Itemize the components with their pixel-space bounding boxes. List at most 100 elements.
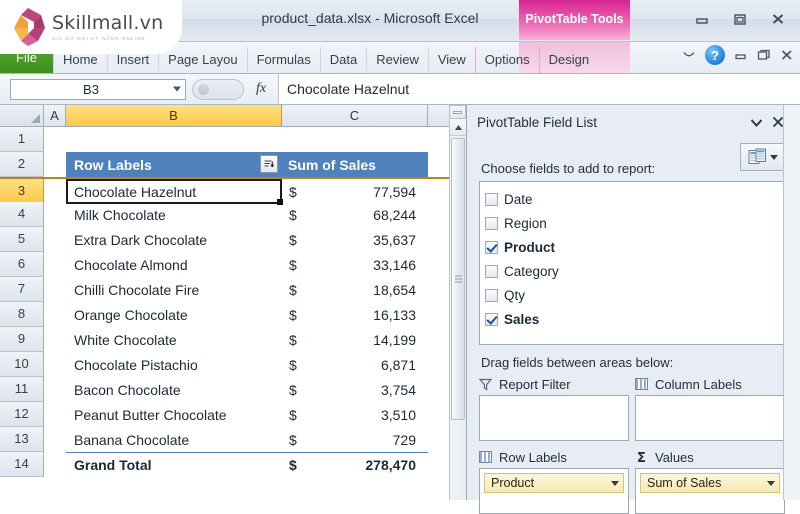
tab-review[interactable]: Review bbox=[366, 47, 428, 73]
field-item-qty[interactable]: Qty bbox=[485, 283, 786, 307]
zone-values-body[interactable]: Sum of Sales bbox=[635, 468, 785, 514]
insert-function-icon[interactable]: fx bbox=[244, 81, 278, 97]
row-header-5[interactable]: 5 bbox=[0, 227, 44, 252]
sort-filter-icon[interactable] bbox=[260, 155, 278, 173]
tab-design[interactable]: Design bbox=[538, 47, 598, 73]
cell-a7[interactable] bbox=[44, 277, 66, 302]
field-list-vertical-scrollbar[interactable] bbox=[783, 105, 800, 500]
column-header-a[interactable]: A bbox=[44, 105, 66, 126]
cell-b13[interactable]: Banana Chocolate bbox=[66, 427, 282, 452]
cell-a11[interactable] bbox=[44, 377, 66, 402]
row-header-2[interactable]: 2 bbox=[0, 152, 44, 177]
cell-a12[interactable] bbox=[44, 402, 66, 427]
row-header-11[interactable]: 11 bbox=[0, 377, 44, 402]
cell-c10[interactable]: $ 6,871 bbox=[282, 352, 428, 377]
cancel-entry-icon[interactable] bbox=[198, 83, 209, 95]
cell-b11[interactable]: Bacon Chocolate bbox=[66, 377, 282, 402]
cell-b1[interactable] bbox=[66, 127, 282, 152]
grand-total-value-cell[interactable]: $ 278,470 bbox=[282, 452, 428, 477]
column-header-b[interactable]: B bbox=[66, 105, 282, 126]
tab-formulas[interactable]: Formulas bbox=[246, 47, 320, 73]
checkbox-qty[interactable] bbox=[485, 288, 498, 302]
cell-b10[interactable]: Chocolate Pistachio bbox=[66, 352, 282, 377]
cell-b6[interactable]: Chocolate Almond bbox=[66, 252, 282, 277]
chevron-down-icon[interactable] bbox=[767, 480, 775, 486]
minimize-icon[interactable] bbox=[688, 8, 716, 30]
tab-view[interactable]: View bbox=[427, 47, 475, 73]
active-cell-b3[interactable]: Chocolate Hazelnut bbox=[66, 179, 283, 205]
row-header-3[interactable]: 3 bbox=[0, 179, 44, 204]
row-header-7[interactable]: 7 bbox=[0, 277, 44, 302]
checkbox-category[interactable] bbox=[485, 264, 498, 278]
tab-options[interactable]: Options bbox=[474, 47, 539, 73]
row-header-8[interactable]: 8 bbox=[0, 302, 44, 327]
cell-b7[interactable]: Chilli Chocolate Fire bbox=[66, 277, 282, 302]
formula-bar-buttons[interactable] bbox=[192, 78, 244, 100]
column-header-c[interactable]: C bbox=[282, 105, 428, 126]
name-box[interactable]: B3 bbox=[10, 78, 186, 100]
cell-c11[interactable]: $ 3,754 bbox=[282, 377, 428, 402]
field-item-date[interactable]: Date bbox=[485, 187, 786, 211]
cell-c6[interactable]: $ 33,146 bbox=[282, 252, 428, 277]
row-header-6[interactable]: 6 bbox=[0, 252, 44, 277]
cell-c3[interactable]: $ 77,594 bbox=[282, 179, 428, 204]
row-header-13[interactable]: 13 bbox=[0, 427, 44, 452]
cell-b5[interactable]: Extra Dark Chocolate bbox=[66, 227, 282, 252]
chevron-down-icon[interactable] bbox=[611, 480, 619, 486]
field-list-layout-button[interactable] bbox=[740, 143, 786, 171]
field-list-layout-chevron-down-icon[interactable] bbox=[770, 154, 778, 160]
cell-c13[interactable]: $ 729 bbox=[282, 427, 428, 452]
cell-a3[interactable] bbox=[44, 179, 66, 204]
panel-menu-chevron-down-icon[interactable] bbox=[747, 113, 765, 131]
cell-a14[interactable] bbox=[44, 452, 66, 477]
cell-a13[interactable] bbox=[44, 427, 66, 452]
cell-c4[interactable]: $ 68,244 bbox=[282, 202, 428, 227]
checkbox-product[interactable] bbox=[485, 240, 498, 254]
vertical-split-handle[interactable] bbox=[449, 105, 466, 119]
cell-a6[interactable] bbox=[44, 252, 66, 277]
row-labels-header[interactable]: Row Labels bbox=[66, 152, 282, 177]
cell-c5[interactable]: $ 35,637 bbox=[282, 227, 428, 252]
row-header-10[interactable]: 10 bbox=[0, 352, 44, 377]
zone-report-filter-body[interactable] bbox=[479, 395, 629, 441]
cell-a1[interactable] bbox=[44, 127, 66, 152]
cell-b9[interactable]: White Chocolate bbox=[66, 327, 282, 352]
field-item-category[interactable]: Category bbox=[485, 259, 786, 283]
collapse-ribbon-icon[interactable] bbox=[682, 49, 696, 61]
cell-a2[interactable] bbox=[44, 152, 66, 177]
field-item-product[interactable]: Product bbox=[485, 235, 786, 259]
checkbox-region[interactable] bbox=[485, 216, 498, 230]
row-header-14[interactable]: 14 bbox=[0, 452, 44, 477]
cell-c9[interactable]: $ 14,199 bbox=[282, 327, 428, 352]
cell-b8[interactable]: Orange Chocolate bbox=[66, 302, 282, 327]
ribbon-restore-icon[interactable] bbox=[757, 49, 771, 61]
ribbon-minimize-icon[interactable] bbox=[734, 49, 748, 61]
close-icon[interactable] bbox=[764, 8, 792, 30]
cell-c12[interactable]: $ 3,510 bbox=[282, 402, 428, 427]
grid-vertical-scrollbar[interactable] bbox=[449, 105, 466, 500]
row-header-12[interactable]: 12 bbox=[0, 402, 44, 427]
sum-of-sales-header[interactable]: Sum of Sales bbox=[282, 152, 428, 177]
cell-c8[interactable]: $ 16,133 bbox=[282, 302, 428, 327]
formula-input[interactable]: Chocolate Hazelnut bbox=[278, 74, 800, 104]
cell-a10[interactable] bbox=[44, 352, 66, 377]
cell-c7[interactable]: $ 18,654 bbox=[282, 277, 428, 302]
field-checkbox-list[interactable]: Date Region Product Category Qty Sales bbox=[479, 181, 787, 345]
cell-a5[interactable] bbox=[44, 227, 66, 252]
cell-b12[interactable]: Peanut Butter Chocolate bbox=[66, 402, 282, 427]
field-pill-product[interactable]: Product bbox=[484, 473, 624, 493]
tab-data[interactable]: Data bbox=[319, 47, 366, 73]
checkbox-sales[interactable] bbox=[485, 312, 498, 326]
grand-total-label[interactable]: Grand Total bbox=[66, 452, 282, 477]
cell-b4[interactable]: Milk Chocolate bbox=[66, 202, 282, 227]
field-pill-sum-of-sales[interactable]: Sum of Sales bbox=[640, 473, 780, 493]
cell-a9[interactable] bbox=[44, 327, 66, 352]
row-header-4[interactable]: 4 bbox=[0, 202, 44, 227]
row-header-9[interactable]: 9 bbox=[0, 327, 44, 352]
tab-page-layout[interactable]: Page Layou bbox=[158, 47, 246, 73]
restore-icon[interactable] bbox=[726, 8, 754, 30]
ribbon-close-icon[interactable] bbox=[780, 49, 794, 61]
zone-column-labels-body[interactable] bbox=[635, 395, 785, 441]
field-item-sales[interactable]: Sales bbox=[485, 307, 786, 331]
checkbox-date[interactable] bbox=[485, 192, 498, 206]
